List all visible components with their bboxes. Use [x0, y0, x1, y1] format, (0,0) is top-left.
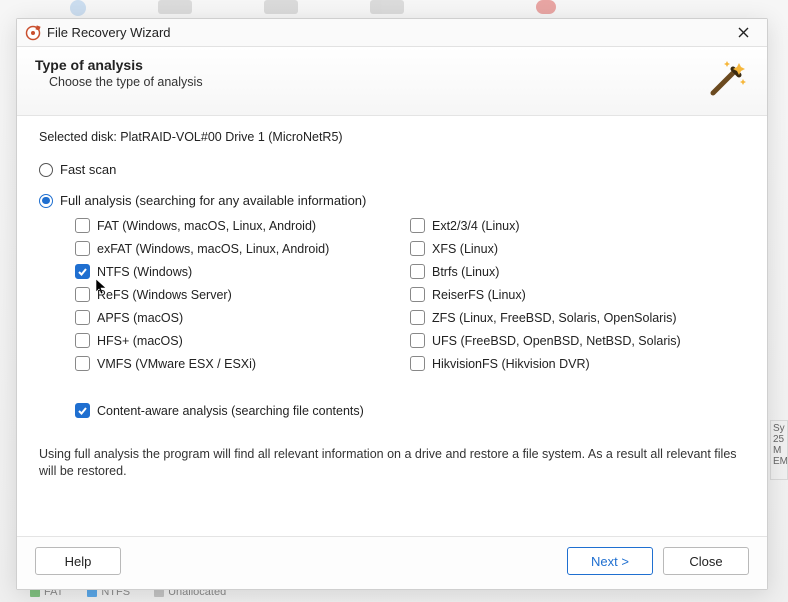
checkbox-label: Btrfs (Linux): [432, 265, 499, 279]
checkbox-label: FAT (Windows, macOS, Linux, Android): [97, 219, 316, 233]
checkbox-label: VMFS (VMware ESX / ESXi): [97, 357, 256, 371]
checkbox-exfat[interactable]: exFAT (Windows, macOS, Linux, Android): [75, 241, 410, 256]
checkbox-indicator: [75, 310, 90, 325]
checkbox-hikvisionfs[interactable]: HikvisionFS (Hikvision DVR): [410, 356, 745, 371]
wizard-wand-icon: [705, 57, 749, 101]
checkbox-label: ZFS (Linux, FreeBSD, Solaris, OpenSolari…: [432, 311, 677, 325]
radio-indicator: [39, 194, 53, 208]
checkbox-vmfs[interactable]: VMFS (VMware ESX / ESXi): [75, 356, 410, 371]
background-toolbar-icons: [0, 0, 788, 18]
checkbox-refs[interactable]: ReFS (Windows Server): [75, 287, 410, 302]
close-button[interactable]: [727, 22, 759, 44]
wizard-header: Type of analysis Choose the type of anal…: [17, 47, 767, 116]
checkbox-indicator: [410, 287, 425, 302]
checkbox-reiserfs[interactable]: ReiserFS (Linux): [410, 287, 745, 302]
analysis-description: Using full analysis the program will fin…: [39, 446, 745, 480]
checkbox-xfs[interactable]: XFS (Linux): [410, 241, 745, 256]
checkbox-indicator: [410, 218, 425, 233]
checkbox-indicator: [75, 218, 90, 233]
checkbox-label: ReFS (Windows Server): [97, 288, 232, 302]
checkbox-indicator: [410, 310, 425, 325]
checkbox-indicator: [75, 287, 90, 302]
checkbox-label: ReiserFS (Linux): [432, 288, 526, 302]
checkbox-zfs[interactable]: ZFS (Linux, FreeBSD, Solaris, OpenSolari…: [410, 310, 745, 325]
checkbox-label: Ext2/3/4 (Linux): [432, 219, 520, 233]
background-side-panel: Sy 25 M EM: [770, 420, 788, 480]
checkbox-btrfs[interactable]: Btrfs (Linux): [410, 264, 745, 279]
radio-label: Full analysis (searching for any availab…: [60, 193, 366, 208]
close-footer-button[interactable]: Close: [663, 547, 749, 575]
page-heading: Type of analysis: [35, 57, 697, 73]
checkbox-label: exFAT (Windows, macOS, Linux, Android): [97, 242, 329, 256]
radio-indicator: [39, 163, 53, 177]
checkbox-fat[interactable]: FAT (Windows, macOS, Linux, Android): [75, 218, 410, 233]
titlebar: File Recovery Wizard: [17, 19, 767, 47]
radio-fast-scan[interactable]: Fast scan: [39, 162, 745, 177]
radio-label: Fast scan: [60, 162, 116, 177]
checkbox-label: UFS (FreeBSD, OpenBSD, NetBSD, Solaris): [432, 334, 681, 348]
checkbox-content-aware[interactable]: Content-aware analysis (searching file c…: [75, 403, 745, 418]
file-recovery-wizard-dialog: File Recovery Wizard Type of analysis Ch…: [16, 18, 768, 590]
checkbox-indicator: [410, 264, 425, 279]
page-subtitle: Choose the type of analysis: [49, 75, 697, 89]
checkbox-indicator: [75, 264, 90, 279]
window-title: File Recovery Wizard: [47, 25, 727, 40]
wizard-footer: Help Next > Close: [17, 536, 767, 589]
checkbox-label: Content-aware analysis (searching file c…: [97, 404, 364, 418]
checkbox-indicator: [75, 333, 90, 348]
checkbox-indicator: [410, 356, 425, 371]
checkbox-apfs[interactable]: APFS (macOS): [75, 310, 410, 325]
checkbox-ntfs[interactable]: NTFS (Windows): [75, 264, 410, 279]
checkbox-label: HikvisionFS (Hikvision DVR): [432, 357, 590, 371]
selected-disk-label: Selected disk: PlatRAID-VOL#00 Drive 1 (…: [39, 130, 745, 144]
checkbox-label: HFS+ (macOS): [97, 334, 183, 348]
checkbox-indicator: [410, 333, 425, 348]
checkbox-hfs[interactable]: HFS+ (macOS): [75, 333, 410, 348]
help-button[interactable]: Help: [35, 547, 121, 575]
checkbox-label: XFS (Linux): [432, 242, 498, 256]
checkbox-ext[interactable]: Ext2/3/4 (Linux): [410, 218, 745, 233]
checkbox-indicator: [410, 241, 425, 256]
filesystem-grid: FAT (Windows, macOS, Linux, Android) Ext…: [75, 218, 745, 371]
checkbox-label: NTFS (Windows): [97, 265, 192, 279]
radio-full-analysis[interactable]: Full analysis (searching for any availab…: [39, 193, 745, 208]
wizard-content: Selected disk: PlatRAID-VOL#00 Drive 1 (…: [17, 116, 767, 536]
checkbox-indicator: [75, 356, 90, 371]
checkbox-indicator: [75, 403, 90, 418]
checkbox-indicator: [75, 241, 90, 256]
checkbox-label: APFS (macOS): [97, 311, 183, 325]
app-icon: [25, 25, 41, 41]
checkbox-ufs[interactable]: UFS (FreeBSD, OpenBSD, NetBSD, Solaris): [410, 333, 745, 348]
next-button[interactable]: Next >: [567, 547, 653, 575]
